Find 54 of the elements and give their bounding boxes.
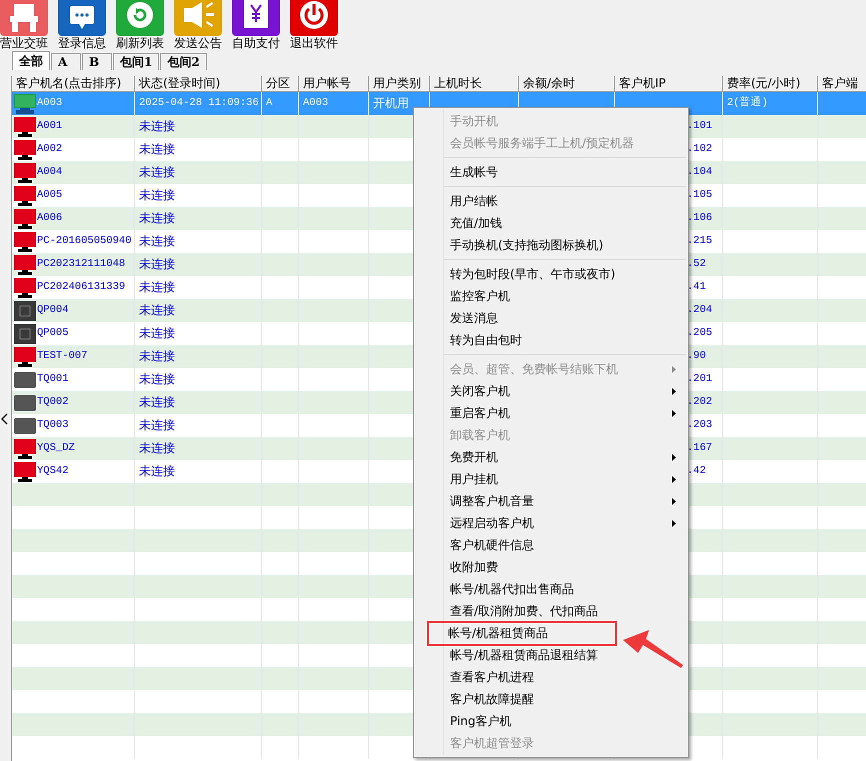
- table-cell-text: 未连接: [139, 463, 175, 480]
- table-cell-text: QP005: [37, 326, 69, 341]
- table-cell-text: TQ003: [37, 418, 69, 433]
- table-cell-text: .215: [687, 234, 712, 249]
- table-cell-text: 未连接: [139, 371, 175, 388]
- table-cell-text: A006: [37, 211, 62, 226]
- table-cell-text: 未连接: [139, 256, 175, 273]
- table-cell-text: .202: [687, 395, 712, 410]
- table-cell-text: .104: [687, 165, 712, 180]
- table-cell-text: .42: [687, 464, 706, 479]
- table-cell-text: 未连接: [139, 302, 175, 319]
- table-cell-text: 未连接: [139, 118, 175, 135]
- table-cell-text: YQS42: [37, 464, 69, 479]
- table-cell-text: A003: [37, 96, 62, 111]
- table-cell-text: .167: [687, 441, 712, 456]
- table-cell-text: 未连接: [139, 187, 175, 204]
- table-cell-text: .203: [687, 418, 712, 433]
- table-cell-text: A005: [37, 188, 62, 203]
- table-cell-text: A001: [37, 119, 62, 134]
- table-cell-text: .204: [687, 303, 712, 318]
- table-cell-text: 未连接: [139, 417, 175, 434]
- table-cell-text: 2(普通): [727, 95, 768, 111]
- table-cell-text: 未连接: [139, 279, 175, 296]
- table-cell-text: 未连接: [139, 394, 175, 411]
- table-cell-text: TQ001: [37, 372, 69, 387]
- table-cell-text: TQ002: [37, 395, 69, 410]
- table-cell-text: A003: [303, 96, 328, 111]
- table-cell-text: PC202312111048: [37, 257, 126, 272]
- table-cell-text: 未连接: [139, 164, 175, 181]
- table-cell-text: 开机用: [373, 95, 409, 112]
- table-cell-text: 未连接: [139, 141, 175, 158]
- table-cell-text: .101: [687, 119, 712, 134]
- table-cell-text: PC202406131339: [37, 280, 126, 295]
- table-cell-text: .105: [687, 188, 712, 203]
- table-cell-text: .41: [687, 280, 706, 295]
- table-cell-text: A: [266, 96, 272, 111]
- table-cell-text: .52: [687, 257, 706, 272]
- table-cell-text: 未连接: [139, 348, 175, 365]
- table-cell-text: .106: [687, 211, 712, 226]
- table-cell-text: 2025-04-28 11:09:36: [139, 96, 259, 111]
- table-cell-text: .201: [687, 372, 712, 387]
- table-cell-text: .205: [687, 326, 712, 341]
- table-cell-text: 未连接: [139, 440, 175, 457]
- table-cell-text: .102: [687, 142, 712, 157]
- table-cell-text: YQS_DZ: [37, 441, 75, 456]
- table-cell-text: .90: [687, 349, 706, 364]
- table-cell-text: QP004: [37, 303, 69, 318]
- table-cell-text: 未连接: [139, 233, 175, 250]
- table-cell-text: A004: [37, 165, 62, 180]
- table-cell-text: TEST-007: [37, 349, 88, 364]
- table-cell-text: PC-201605050940: [37, 234, 132, 249]
- table-cell-text: 未连接: [139, 325, 175, 342]
- table-cell-text: A002: [37, 142, 62, 157]
- table-cell-text: 未连接: [139, 210, 175, 227]
